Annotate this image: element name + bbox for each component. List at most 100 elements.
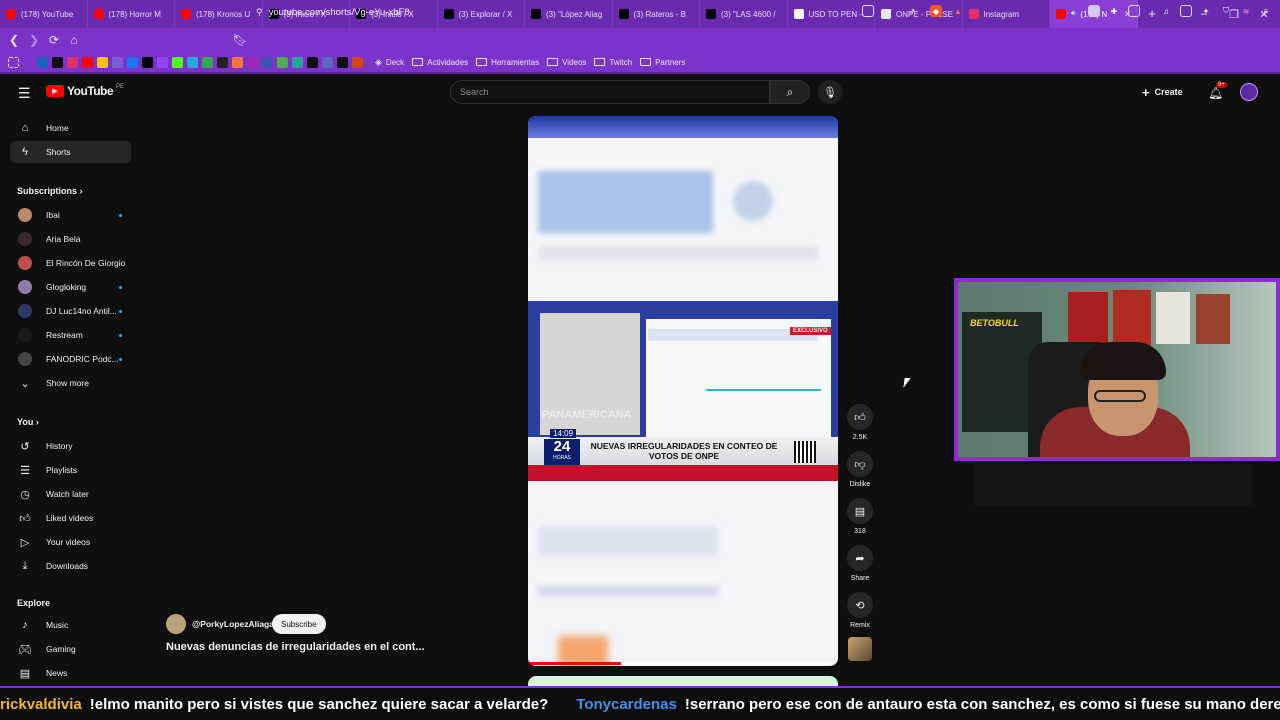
sidebar-item[interactable]: Aria Bela bbox=[10, 228, 131, 250]
home-icon[interactable]: ⌂ bbox=[64, 28, 84, 52]
wallet-icon[interactable] bbox=[1180, 5, 1192, 17]
bookmark-folder[interactable]: Herramientas bbox=[476, 57, 539, 68]
browser-tab[interactable]: (3) "LAS 4600 / bbox=[700, 0, 788, 28]
sidebar-item[interactable]: Restream bbox=[10, 324, 131, 346]
sidebar-item[interactable]: ▤ News bbox=[10, 662, 131, 684]
sidebar-toggle-icon[interactable] bbox=[1128, 5, 1140, 17]
bookmark-favicon[interactable] bbox=[352, 56, 363, 68]
browser-tab[interactable]: (3) Rateros - B bbox=[613, 0, 700, 28]
url-field[interactable]: ⚲ youtube.com/shorts/Vg-eYu-xbF8 bbox=[256, 4, 410, 20]
account-avatar[interactable] bbox=[1240, 83, 1258, 101]
bookmark-favicon[interactable] bbox=[337, 56, 348, 68]
short-video-player[interactable]: PANAMERICANA EXCLUSIVO 14:09 24 HORAS NU… bbox=[528, 116, 838, 666]
profile-menu-icon[interactable]: ≋ bbox=[1240, 5, 1252, 17]
sidebar-item[interactable]: ◷ Watch later bbox=[10, 483, 131, 505]
bookmark-favicon[interactable] bbox=[247, 56, 258, 68]
new-tab-button[interactable]: + bbox=[1144, 6, 1160, 21]
bookmark-favicon[interactable] bbox=[322, 56, 333, 68]
sidebar-item[interactable]: 👍︎ Liked videos bbox=[10, 507, 131, 529]
you-header[interactable]: You › bbox=[17, 417, 39, 427]
bookmark-favicon[interactable] bbox=[112, 56, 123, 68]
tiktok-icon[interactable] bbox=[52, 56, 63, 68]
bookmark-folder[interactable]: Actividades bbox=[412, 57, 468, 68]
short-title[interactable]: Nuevas denuncias de irregularidades en e… bbox=[166, 641, 425, 653]
search-input[interactable]: Search bbox=[450, 80, 770, 104]
bookmark-favicon[interactable] bbox=[217, 56, 228, 68]
like-button[interactable]: 👍︎ 2.5K bbox=[845, 404, 875, 441]
sidebar-item[interactable]: ↺ History bbox=[10, 435, 131, 457]
subscriptions-header[interactable]: Subscriptions › bbox=[17, 186, 83, 196]
bookmark-favicon[interactable] bbox=[97, 56, 108, 68]
sidebar-item[interactable]: ⌂ Home bbox=[10, 117, 131, 139]
bookmark-folder[interactable]: Partners bbox=[640, 57, 685, 68]
apps-grid-icon[interactable] bbox=[8, 56, 19, 68]
sidebar-item[interactable]: ⤓ Downloads bbox=[10, 555, 131, 577]
sidebar-item[interactable]: 🎮︎ Gaming bbox=[10, 638, 131, 660]
youtube-icon[interactable] bbox=[82, 56, 93, 68]
explore-header[interactable]: Explore bbox=[17, 598, 50, 608]
bookmark-folder[interactable]: ◈ Deck bbox=[375, 57, 404, 68]
voice-search-button[interactable]: 🎙︎ bbox=[818, 80, 842, 104]
site-info-icon[interactable]: ⚲ bbox=[256, 7, 263, 18]
bookmark-favicon[interactable] bbox=[307, 56, 318, 68]
brave-shield-icon[interactable]: ◆ bbox=[930, 5, 942, 17]
forward-icon[interactable]: ❯ bbox=[24, 28, 44, 52]
leo-ai-icon[interactable]: ✦ bbox=[1200, 5, 1212, 17]
share-button[interactable]: ➦ Share bbox=[845, 545, 875, 582]
instagram-icon[interactable] bbox=[67, 56, 78, 68]
bookmark-icon[interactable]: 🔖︎ bbox=[230, 28, 250, 52]
sidebar-item[interactable]: ϟ Shorts bbox=[10, 141, 131, 163]
subscribe-button[interactable]: Subscribe bbox=[272, 614, 326, 634]
dislike-button[interactable]: 👎︎ Dislike bbox=[845, 451, 875, 488]
extensions-puzzle-icon[interactable]: ✚ bbox=[1108, 5, 1120, 17]
notifications-button[interactable]: 🔔︎ 9+ bbox=[1208, 82, 1227, 102]
search-button[interactable]: ⌕ bbox=[770, 80, 810, 104]
bookmark-favicon[interactable] bbox=[187, 56, 198, 68]
sidebar-item[interactable]: El Rincón De Giorgio bbox=[10, 252, 131, 274]
zoom-icon[interactable]: ⌕ bbox=[884, 5, 896, 17]
rewards-icon[interactable]: ▲ bbox=[952, 5, 964, 17]
facebook-icon[interactable] bbox=[127, 56, 138, 68]
cast-icon[interactable] bbox=[862, 5, 874, 17]
remix-button[interactable]: ⟲ Remix bbox=[845, 592, 875, 629]
bookmark-favicon[interactable] bbox=[232, 56, 243, 68]
browser-tab[interactable]: (3) "López Aliag bbox=[525, 0, 613, 28]
sidebar-item[interactable]: FANODRIC Podc... bbox=[10, 348, 131, 370]
bookmark-favicon[interactable] bbox=[202, 56, 213, 68]
back-icon[interactable]: ❮ bbox=[4, 28, 24, 52]
video-progress-bar[interactable] bbox=[528, 662, 838, 665]
bookmark-favicon[interactable] bbox=[277, 56, 288, 68]
browser-tab[interactable]: (178) Horror M bbox=[88, 0, 175, 28]
comments-button[interactable]: ▤ 318 bbox=[845, 498, 875, 535]
share-page-icon[interactable]: ↗ bbox=[906, 5, 918, 17]
media-icon[interactable]: ♫ bbox=[1160, 5, 1172, 17]
extension-icon-2[interactable] bbox=[1088, 5, 1100, 17]
sidebar-item[interactable]: ☰ Playlists bbox=[10, 459, 131, 481]
browser-tab[interactable]: Instagram bbox=[963, 0, 1050, 28]
bookmark-folder[interactable]: Twitch bbox=[594, 57, 632, 68]
x-icon[interactable] bbox=[142, 56, 153, 68]
bookmark-favicon[interactable] bbox=[292, 56, 303, 68]
browser-tab[interactable]: (178) Kronos U bbox=[175, 0, 263, 28]
extension-icon-1[interactable]: ◖ bbox=[1068, 5, 1080, 17]
browser-tab[interactable]: (178) YouTube bbox=[0, 0, 88, 28]
sidebar-item[interactable]: ♪ Music bbox=[10, 614, 131, 636]
vpn-icon[interactable]: ⛉ bbox=[1220, 5, 1232, 17]
browser-tab[interactable]: (3) Explorar / X bbox=[438, 0, 525, 28]
bookmark-favicon[interactable] bbox=[37, 56, 48, 68]
channel-handle[interactable]: @PorkyLopezAliaga bbox=[192, 619, 274, 629]
browser-menu-icon[interactable]: ≡ bbox=[1260, 5, 1272, 17]
sidebar-item[interactable]: Glogloking bbox=[10, 276, 131, 298]
sidebar-item[interactable]: ▷ Your videos bbox=[10, 531, 131, 553]
show-more-button[interactable]: ⌄ Show more bbox=[10, 372, 131, 394]
bookmark-folder[interactable]: Videos bbox=[547, 57, 586, 68]
create-button[interactable]: + Create bbox=[1142, 82, 1183, 102]
bookmark-favicon[interactable] bbox=[262, 56, 273, 68]
channel-avatar[interactable] bbox=[166, 614, 186, 634]
sound-thumbnail[interactable] bbox=[848, 637, 872, 661]
twitch-icon[interactable] bbox=[157, 56, 168, 68]
kick-icon[interactable] bbox=[172, 56, 183, 68]
reload-icon[interactable]: ⟳ bbox=[44, 28, 64, 52]
sidebar-item[interactable]: Ibai bbox=[10, 204, 131, 226]
sidebar-item[interactable]: DJ Luc14no Antil... bbox=[10, 300, 131, 322]
